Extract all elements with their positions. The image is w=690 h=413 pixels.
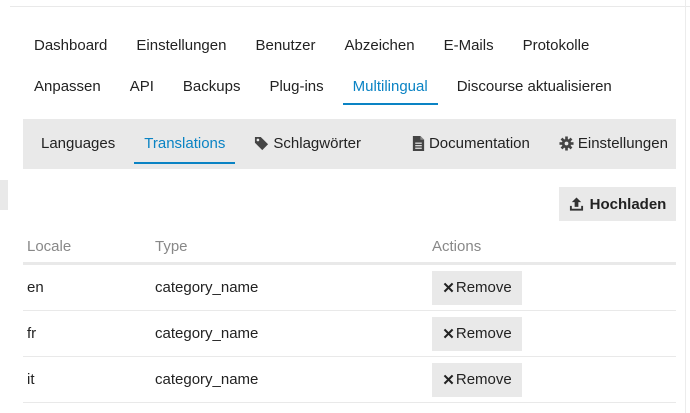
header-locale: Locale [27, 237, 72, 255]
row-actions: ✕ Remove [431, 316, 676, 351]
subnav-tags[interactable]: Schlagwörter [244, 128, 371, 160]
gear-icon [559, 136, 574, 151]
upload-button[interactable]: Hochladen [559, 187, 676, 221]
header-actions: Actions [432, 237, 482, 255]
remove-button[interactable]: ✕ Remove [432, 270, 522, 305]
table-row: en category_name ✕ Remove [23, 265, 676, 311]
subnav-documentation-label: Documentation [428, 135, 530, 152]
subnav-documentation[interactable]: Documentation [402, 128, 540, 160]
row-locale: fr [27, 325, 37, 342]
nav-multilingual[interactable]: Multilingual [342, 72, 438, 105]
nav-anpassen[interactable]: Anpassen [24, 72, 111, 105]
remove-button[interactable]: ✕ Remove [432, 362, 522, 397]
subnav-languages[interactable]: Languages [31, 128, 125, 160]
multilingual-subnav: Languages Translations Schlagwörter Docu… [23, 119, 676, 169]
upload-icon [569, 196, 584, 212]
times-icon: ✕ [442, 371, 455, 389]
nav-einstellungen[interactable]: Einstellungen [126, 31, 236, 64]
right-divider [685, 0, 686, 413]
nav-abzeichen[interactable]: Abzeichen [335, 31, 425, 64]
row-actions: ✕ Remove [431, 270, 676, 305]
nav-discourse-aktualisieren[interactable]: Discourse aktualisieren [447, 72, 622, 105]
top-divider [10, 6, 690, 7]
file-text-icon [412, 136, 425, 151]
remove-button-label: Remove [455, 325, 512, 342]
nav-api[interactable]: API [120, 72, 164, 105]
nav-protokolle[interactable]: Protokolle [513, 31, 600, 64]
table-row: fr category_name ✕ Remove [23, 311, 676, 357]
row-locale: en [27, 279, 44, 296]
row-type: category_name [155, 279, 259, 296]
tag-icon [254, 136, 269, 151]
subnav-translations[interactable]: Translations [134, 128, 236, 164]
row-actions: ✕ Remove [431, 362, 676, 397]
nav-plug-ins[interactable]: Plug-ins [259, 72, 333, 105]
nav-backups[interactable]: Backups [173, 72, 251, 105]
upload-button-label: Hochladen [589, 195, 667, 213]
subnav-settings-label: Einstellungen [577, 135, 668, 152]
subnav-tags-label: Schlagwörter [273, 135, 361, 152]
nav-dashboard[interactable]: Dashboard [24, 31, 117, 64]
row-locale: it [27, 371, 35, 388]
header-type: Type [155, 237, 188, 255]
times-icon: ✕ [442, 279, 455, 297]
remove-button[interactable]: ✕ Remove [432, 316, 522, 351]
admin-nav-row-2: Anpassen API Backups Plug-ins Multilingu… [24, 72, 631, 105]
nav-e-mails[interactable]: E-Mails [434, 31, 504, 64]
table-header: Locale Type Actions [23, 230, 676, 265]
remove-button-label: Remove [455, 371, 512, 388]
subnav-settings[interactable]: Einstellungen [549, 128, 678, 160]
subnav-languages-label: Languages [41, 135, 116, 152]
admin-nav-row-1: Dashboard Einstellungen Benutzer Abzeich… [24, 31, 608, 64]
subnav-translations-label: Translations [144, 135, 226, 152]
remove-button-label: Remove [455, 279, 512, 296]
sidebar-edge [0, 180, 8, 210]
nav-benutzer[interactable]: Benutzer [245, 31, 325, 64]
row-type: category_name [155, 325, 259, 342]
times-icon: ✕ [442, 325, 455, 343]
translations-table: Locale Type Actions en category_name ✕ R… [23, 230, 676, 403]
table-row: it category_name ✕ Remove [23, 357, 676, 403]
row-type: category_name [155, 371, 259, 388]
